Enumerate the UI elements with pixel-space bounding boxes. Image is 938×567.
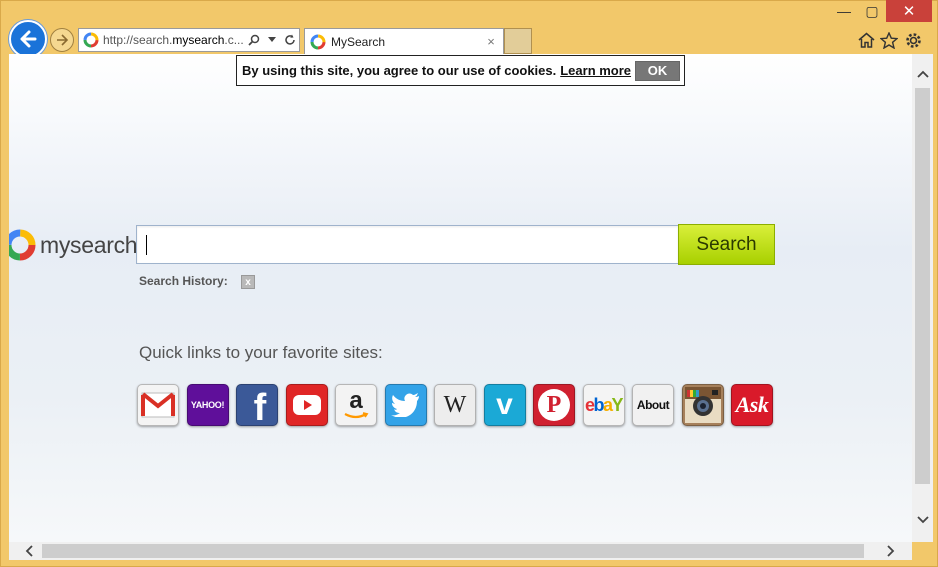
clear-history-button[interactable]: x — [241, 275, 255, 289]
arrow-left-icon — [20, 30, 37, 48]
maximize-button[interactable]: ▢ — [858, 0, 886, 22]
vertical-scroll-thumb[interactable] — [915, 88, 930, 484]
learn-more-link[interactable]: Learn more — [560, 63, 631, 78]
scroll-right-icon[interactable] — [881, 542, 901, 560]
facebook-icon[interactable]: f — [236, 384, 278, 426]
url-domain: mysearch — [172, 33, 225, 47]
amazon-icon[interactable]: a — [335, 384, 377, 426]
minimize-button[interactable]: — — [830, 0, 858, 22]
cookie-banner: By using this site, you agree to our use… — [236, 55, 685, 86]
yahoo-icon[interactable]: YAHOO! — [186, 384, 229, 426]
search-icon[interactable] — [247, 33, 261, 47]
pinterest-icon[interactable]: P — [533, 384, 575, 426]
tab-close-icon[interactable]: × — [483, 34, 499, 49]
horizontal-scroll-thumb[interactable] — [42, 544, 864, 558]
ebay-label: ebaY — [584, 394, 623, 415]
vimeo-icon[interactable]: v — [483, 384, 526, 426]
url-suffix: .c... — [224, 33, 244, 47]
youtube-icon[interactable] — [285, 384, 328, 426]
scroll-down-icon[interactable] — [912, 510, 933, 530]
url-text[interactable]: http://search.mysearch.c... — [103, 33, 245, 47]
new-tab-button[interactable] — [504, 28, 532, 54]
cookie-text: By using this site, you agree to our use… — [242, 63, 557, 78]
quick-links-title: Quick links to your favorite sites: — [139, 343, 383, 362]
vertical-scrollbar[interactable] — [912, 54, 933, 542]
tab-mysearch[interactable]: MySearch × — [304, 28, 504, 54]
horizontal-scrollbar[interactable] — [9, 542, 912, 560]
search-input[interactable] — [136, 225, 679, 264]
ask-label: Ask — [735, 392, 769, 417]
cookie-ok-button[interactable]: OK — [635, 60, 681, 81]
about-icon[interactable]: About — [632, 384, 674, 426]
scroll-left-icon[interactable] — [19, 542, 39, 560]
tab-title: MySearch — [331, 34, 386, 49]
pinterest-circle: P — [538, 389, 570, 421]
page-viewport: By using this site, you agree to our use… — [9, 54, 912, 542]
home-icon[interactable] — [856, 30, 876, 50]
mysearch-logo: mysearch — [9, 228, 138, 262]
mysearch-favicon — [83, 32, 99, 48]
ask-icon[interactable]: Ask — [731, 384, 773, 426]
search-history-label: Search History: — [139, 274, 228, 288]
scroll-up-icon[interactable] — [912, 64, 933, 84]
ebay-icon[interactable]: ebaY — [582, 384, 625, 426]
refresh-icon[interactable] — [283, 33, 297, 47]
wikipedia-label: W — [443, 391, 467, 418]
facebook-label: f — [253, 387, 267, 426]
twitter-icon[interactable] — [384, 384, 427, 426]
address-bar[interactable]: http://search.mysearch.c... — [78, 28, 300, 52]
gear-icon[interactable] — [903, 30, 923, 50]
search-button[interactable]: Search — [678, 224, 775, 265]
mysearch-favicon — [310, 34, 326, 49]
quick-links: YAHOO! f a W v P ebaY About Ask — [137, 384, 781, 426]
dropdown-icon[interactable] — [265, 33, 279, 47]
instagram-icon[interactable] — [681, 384, 724, 426]
forward-button[interactable] — [50, 28, 74, 52]
mysearch-logo-icon — [9, 229, 36, 261]
pinterest-label: P — [546, 391, 562, 418]
favorites-star-icon[interactable] — [879, 30, 899, 50]
yahoo-label: YAHOO! — [190, 400, 225, 410]
logo-text: mysearch — [40, 231, 138, 258]
about-label: About — [636, 398, 670, 412]
gmail-icon[interactable] — [137, 384, 179, 426]
amazon-label: a — [349, 387, 363, 414]
close-window-button[interactable]: ✕ — [886, 0, 932, 22]
arrow-right-icon — [57, 34, 69, 46]
vimeo-label: v — [496, 388, 513, 421]
wikipedia-icon[interactable]: W — [434, 384, 476, 426]
text-caret — [146, 235, 147, 255]
url-prefix: http://search. — [103, 33, 173, 47]
back-button[interactable] — [9, 20, 47, 58]
